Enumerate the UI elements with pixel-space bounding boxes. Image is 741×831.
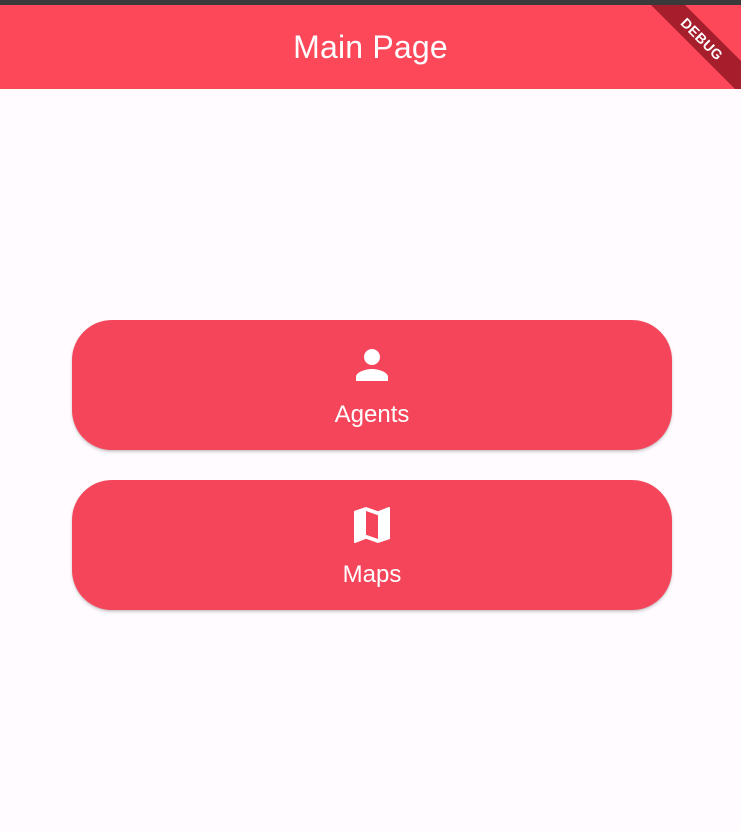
maps-button[interactable]: Maps: [72, 480, 672, 610]
agents-button-label: Agents: [334, 401, 410, 428]
agents-button[interactable]: Agents: [72, 320, 672, 450]
map-icon: [354, 507, 390, 543]
maps-button-label: Maps: [342, 561, 402, 588]
debug-ribbon-label: DEBUG: [633, 5, 741, 89]
page-title: Main Page: [293, 28, 448, 65]
debug-banner: DEBUG: [621, 5, 741, 89]
main-content: Agents Maps: [0, 89, 741, 831]
app-bar: Main Page DEBUG: [0, 5, 741, 89]
person-icon: [356, 349, 388, 381]
